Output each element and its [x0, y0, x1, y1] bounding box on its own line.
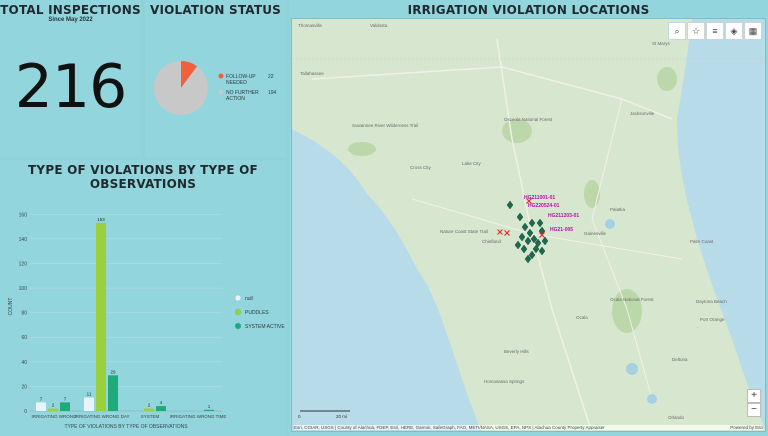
violation-status-panel: VIOLATION STATUS FOLLOW-UP 22 NEEDED NO FUR… — [145, 0, 286, 157]
map-marker-diamond-16 — [528, 218, 536, 228]
map-markers[interactable] — [292, 19, 766, 432]
map-marker-x-1 — [504, 230, 510, 236]
bar-value-label: 2 — [148, 403, 151, 408]
map-pin-label[interactable]: HG21-005 — [550, 227, 573, 233]
map-panel: IRRIGATION VIOLATION LOCATIONS Thomasvil… — [289, 0, 768, 436]
pie-legend: FOLLOW-UP 22NEEDEDNO FURTHER 194ACTION — [218, 73, 277, 102]
map-marker-diamond-13 — [518, 232, 526, 242]
violation-status-title: VIOLATION STATUS — [149, 3, 282, 17]
map-attribution: Esri, CGIAR, USGS | County of Alachua, F… — [294, 425, 763, 430]
legend-swatch-2 — [234, 322, 242, 330]
bar-0-1 — [48, 408, 58, 411]
y-tick-label: 60 — [21, 335, 27, 341]
bar-value-label: 4 — [160, 400, 163, 405]
violation-types-panel: TYPE OF VIOLATIONS BY TYPE OF OBSERVATIO… — [0, 160, 286, 436]
bar-1-2 — [108, 375, 118, 411]
pie-slice-1 — [154, 61, 208, 115]
bar-2-2 — [156, 406, 166, 411]
bar-1-0 — [84, 397, 94, 411]
legend-label-2: SYSTEM ACTIVE — [245, 324, 285, 330]
zoom-out-button[interactable]: − — [747, 403, 761, 417]
list-icon[interactable]: ≡ — [706, 22, 724, 40]
x-axis-label: TYPE OF VIOLATIONS BY TYPE OF OBSERVATIO… — [64, 424, 188, 430]
scale-label-left: 0 — [298, 414, 301, 419]
bar-2-1 — [144, 408, 154, 411]
map-marker-diamond-3 — [526, 228, 534, 238]
x-tick-label: SYSTEM — [141, 414, 160, 419]
total-inspections-subtitle: Since May 2022 — [48, 17, 93, 23]
pie-group — [154, 61, 208, 115]
y-tick-label: 120 — [19, 261, 28, 267]
map-marker-diamond-9 — [520, 244, 528, 254]
bar-value-label: 29 — [110, 369, 116, 374]
map-toolbar: ⌕ ☆ ≡ ◈ ▦ — [668, 22, 762, 40]
y-tick-label: 40 — [21, 360, 27, 366]
y-tick-label: 0 — [24, 409, 27, 415]
map-marker-diamond-2 — [521, 222, 529, 232]
map-marker-diamond-17 — [541, 236, 549, 246]
zoom-in-button[interactable]: + — [747, 389, 761, 403]
y-tick-label: 160 — [19, 212, 28, 218]
bar-value-label: 1 — [208, 404, 211, 409]
zoom-controls: + − — [747, 389, 761, 417]
scale-label-right: 20 mi — [336, 414, 348, 419]
bar-value-label: 11 — [87, 391, 92, 396]
y-axis-label: COUNT — [8, 298, 14, 316]
map-title: IRRIGATION VIOLATION LOCATIONS — [407, 3, 650, 17]
x-tick-label: IRRIGATING WRONG DAY — [74, 414, 129, 419]
layers-icon[interactable]: ◈ — [725, 22, 743, 40]
pie-legend-swatch-1 — [218, 89, 224, 95]
bar-3-2 — [204, 409, 214, 411]
legend-swatch-0 — [234, 294, 242, 302]
pie-legend-swatch-0 — [218, 73, 224, 79]
map-pin-label[interactable]: HG220524-01 — [528, 203, 559, 209]
map-canvas[interactable]: Thomasville Valdosta Tallahassee Jacksonvil… — [291, 18, 766, 432]
map-marker-x-0 — [497, 229, 503, 235]
bar-value-label: 2 — [52, 403, 55, 408]
x-tick-label: IRRIGATING WRONG TIME — [170, 414, 227, 419]
pie-legend-sub-1: ACTION — [226, 96, 245, 102]
attribution-text: Esri, CGIAR, USGS | County of Alachua, F… — [294, 425, 605, 430]
legend-label-1: PUDDLES — [245, 310, 269, 316]
basemap-icon[interactable]: ▦ — [744, 22, 762, 40]
pie-legend-value-0: 22 — [268, 74, 274, 80]
powered-by-esri[interactable]: Powered by Esri — [730, 425, 763, 430]
map-marker-diamond-1 — [516, 212, 524, 222]
violation-types-bar-chart[interactable]: 0 20 40 60 80 100 120 140 160 COUNT 7 2 7 IRRIGATING … — [0, 180, 286, 436]
legend-label-0: null — [245, 296, 253, 302]
search-icon[interactable]: ⌕ — [668, 22, 686, 40]
map-marker-diamond-14 — [514, 240, 522, 250]
bar-0-2 — [60, 402, 70, 411]
map-marker-diamond-11 — [538, 246, 546, 256]
pie-legend-sub-0: NEEDED — [226, 80, 247, 86]
map-marker-diamond-15 — [536, 218, 544, 228]
bar-0-0 — [36, 402, 46, 411]
y-tick-label: 140 — [19, 237, 28, 243]
x-tick-label: IRRIGATING WRONG — [32, 414, 77, 419]
y-tick-label: 80 — [21, 311, 27, 317]
map-marker-diamond-5 — [524, 236, 532, 246]
bar-value-label: 153 — [97, 217, 105, 222]
bookmark-icon[interactable]: ☆ — [687, 22, 705, 40]
bar-1-1 — [96, 222, 106, 411]
bar-value-label: 7 — [40, 396, 43, 401]
status-pie-chart[interactable]: FOLLOW-UP 22NEEDEDNO FURTHER 194ACTION — [145, 18, 286, 158]
pie-legend-value-1: 194 — [268, 90, 277, 96]
map-marker-diamond-0 — [506, 200, 514, 210]
legend-swatch-1 — [234, 308, 242, 316]
total-inspections-value: 216 — [14, 52, 128, 122]
map-pin-label[interactable]: HG211001-01 — [524, 195, 555, 201]
bar-value-label: 7 — [64, 396, 67, 401]
map-marker-diamond-7 — [538, 226, 546, 236]
total-inspections-panel: TOTAL INSPECTIONS Since May 2022 216 — [0, 0, 141, 157]
total-inspections-title: TOTAL INSPECTIONS — [0, 3, 141, 17]
y-tick-label: 100 — [19, 286, 28, 292]
y-tick-label: 20 — [21, 384, 27, 390]
map-pin-label[interactable]: HG211203-01 — [548, 213, 579, 219]
